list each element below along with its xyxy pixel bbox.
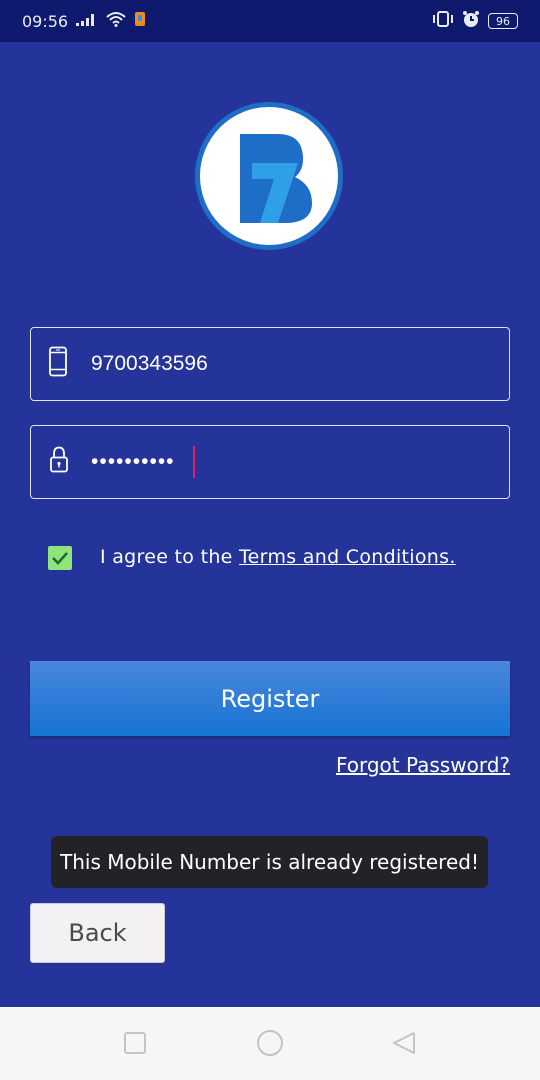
toast-text: This Mobile Number is already registered…: [60, 850, 479, 874]
recents-icon[interactable]: [123, 1031, 147, 1060]
status-time: 09:56: [22, 11, 69, 31]
app-logo: [195, 102, 343, 250]
text-cursor: [193, 446, 195, 478]
mobile-number-field[interactable]: 9700343596: [30, 327, 510, 401]
terms-agreement-text: I agree to the: [100, 546, 239, 568]
terms-agreement: I agree to the Terms and Conditions.: [100, 546, 456, 568]
status-bar: 09:56 96: [0, 0, 540, 42]
password-field[interactable]: ••••••••••: [30, 425, 510, 499]
vibrate-icon: [432, 10, 454, 32]
toast-message: This Mobile Number is already registered…: [51, 836, 488, 888]
wifi-icon: [106, 11, 126, 32]
navigation-bar: [0, 1007, 540, 1080]
mobile-number-value: 9700343596: [91, 352, 208, 375]
password-value: ••••••••••: [91, 450, 175, 473]
mobile-phone-icon: [49, 346, 67, 382]
terms-and-conditions-link[interactable]: Terms and Conditions.: [239, 546, 456, 568]
alarm-icon: [462, 10, 480, 33]
status-left: 09:56: [22, 11, 146, 32]
back-nav-icon[interactable]: [392, 1031, 416, 1060]
app-notification-icon: [134, 11, 146, 32]
status-right: 96: [432, 10, 518, 33]
forgot-password-link[interactable]: Forgot Password?: [336, 753, 510, 777]
battery-icon: 96: [488, 13, 518, 29]
home-icon[interactable]: [256, 1029, 284, 1062]
register-button[interactable]: Register: [30, 661, 510, 736]
back-button[interactable]: Back: [30, 903, 165, 963]
signal-icon: [76, 11, 98, 31]
lock-icon: [49, 446, 69, 479]
checkmark-icon: [52, 552, 68, 565]
logo-b7-icon: [240, 134, 312, 223]
terms-checkbox[interactable]: [48, 546, 72, 570]
